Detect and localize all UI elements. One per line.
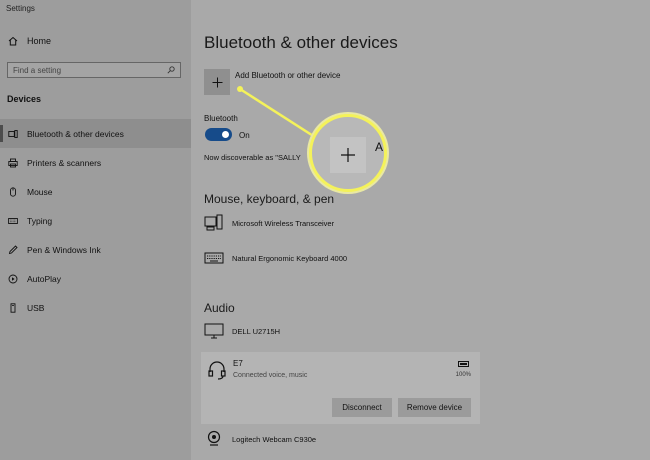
search-input[interactable]: Find a setting bbox=[7, 62, 181, 78]
add-device-button[interactable] bbox=[204, 69, 230, 95]
magnified-label-fragment: A bbox=[375, 140, 384, 154]
window-title: Settings bbox=[6, 4, 35, 13]
home-label: Home bbox=[27, 36, 52, 46]
home-link[interactable]: Home bbox=[8, 36, 51, 46]
search-icon bbox=[167, 66, 175, 74]
plus-icon bbox=[341, 148, 355, 162]
magnified-add-button bbox=[330, 137, 366, 173]
sidebar-item-pen[interactable]: Pen & Windows Ink bbox=[0, 235, 191, 264]
home-icon bbox=[8, 36, 18, 46]
keyboard-icon bbox=[8, 217, 18, 224]
sidebar-item-label: USB bbox=[27, 302, 45, 313]
remove-device-button[interactable]: Remove device bbox=[398, 398, 471, 417]
callout-magnifier: A bbox=[309, 114, 387, 192]
transceiver-icon bbox=[204, 214, 223, 231]
bluetooth-state: On bbox=[239, 131, 250, 140]
search-placeholder: Find a setting bbox=[13, 65, 62, 75]
sidebar-item-label: AutoPlay bbox=[27, 273, 62, 284]
device-name: Microsoft Wireless Transceiver bbox=[232, 218, 335, 228]
sidebar-item-label: Mouse bbox=[27, 186, 53, 197]
bluetooth-devices-icon bbox=[8, 129, 18, 138]
main-content: Bluetooth & other devices Add Bluetooth … bbox=[191, 0, 650, 460]
battery-icon bbox=[458, 361, 469, 367]
autoplay-icon bbox=[8, 274, 18, 283]
sidebar-item-label: Bluetooth & other devices bbox=[27, 128, 124, 139]
group-title-audio: Audio bbox=[204, 301, 235, 315]
mouse-icon bbox=[10, 186, 16, 197]
page-title: Bluetooth & other devices bbox=[204, 33, 398, 52]
sidebar-item-usb[interactable]: USB bbox=[0, 293, 191, 322]
selected-device-card[interactable]: E7 Connected voice, music 100% Disconnec… bbox=[201, 352, 480, 424]
device-item[interactable]: Logitech Webcam C930e bbox=[204, 430, 316, 448]
device-status: Connected voice, music bbox=[233, 372, 308, 379]
section-title-devices: Devices bbox=[7, 94, 42, 104]
sidebar-item-autoplay[interactable]: AutoPlay bbox=[0, 264, 191, 293]
usb-icon bbox=[10, 302, 16, 313]
sidebar-item-label: Printers & scanners bbox=[27, 157, 102, 168]
monitor-icon bbox=[204, 323, 224, 339]
disconnect-button[interactable]: Disconnect bbox=[332, 398, 392, 417]
sidebar-item-mouse[interactable]: Mouse bbox=[0, 177, 191, 206]
pen-icon bbox=[8, 244, 18, 254]
sidebar-item-bluetooth[interactable]: Bluetooth & other devices bbox=[0, 119, 191, 148]
group-title-input: Mouse, keyboard, & pen bbox=[204, 192, 335, 206]
sidebar-item-label: Pen & Windows Ink bbox=[27, 244, 101, 255]
bluetooth-toggle[interactable] bbox=[205, 128, 232, 141]
headset-icon bbox=[208, 361, 226, 380]
plus-icon bbox=[212, 77, 222, 87]
keyboard-icon bbox=[204, 252, 224, 264]
webcam-icon bbox=[207, 430, 221, 446]
device-item[interactable]: Natural Ergonomic Keyboard 4000 bbox=[204, 249, 347, 267]
device-name: E7 bbox=[233, 359, 243, 368]
printer-icon bbox=[8, 158, 18, 167]
bluetooth-label: Bluetooth bbox=[204, 114, 238, 123]
device-name: DELL U2715H bbox=[232, 326, 281, 336]
sidebar-item-typing[interactable]: Typing bbox=[0, 206, 191, 235]
sidebar-item-label: Typing bbox=[27, 215, 53, 226]
discoverable-text: Now discoverable as "SALLY bbox=[204, 153, 301, 162]
add-device-label[interactable]: Add Bluetooth or other device bbox=[235, 71, 340, 80]
battery-level: 100% bbox=[455, 372, 471, 378]
device-name: Natural Ergonomic Keyboard 4000 bbox=[232, 253, 348, 263]
device-item[interactable]: Microsoft Wireless Transceiver bbox=[204, 214, 334, 232]
device-name: Logitech Webcam C930e bbox=[232, 434, 317, 444]
sidebar-item-printers[interactable]: Printers & scanners bbox=[0, 148, 191, 177]
device-item[interactable]: DELL U2715H bbox=[204, 322, 280, 340]
sidebar: Settings Home Find a setting Devices Blu… bbox=[0, 0, 191, 460]
